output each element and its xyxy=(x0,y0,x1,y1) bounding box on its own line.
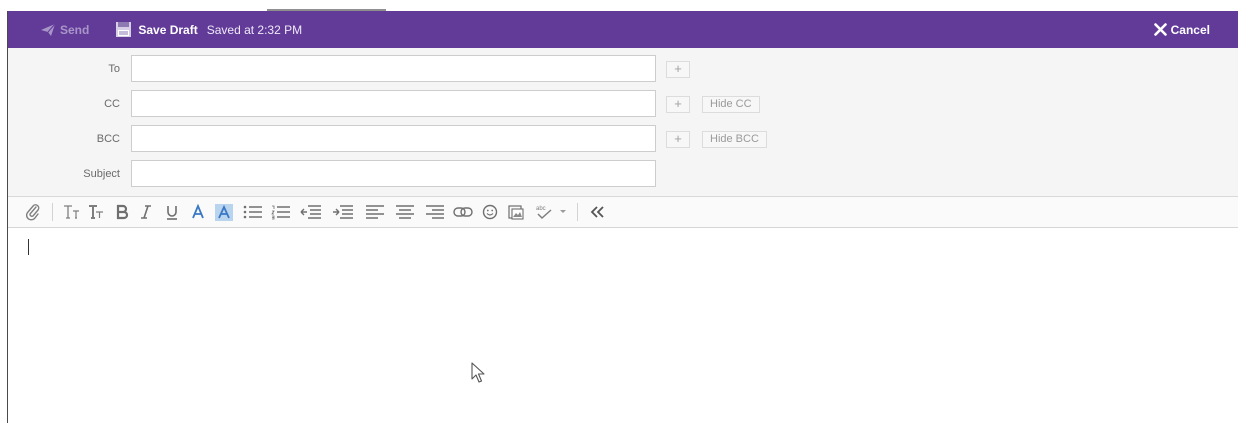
send-icon xyxy=(41,23,56,36)
text-color-button[interactable] xyxy=(187,202,209,222)
insert-link-button[interactable] xyxy=(451,202,475,222)
highlight-color-button[interactable] xyxy=(213,202,235,222)
align-right-button[interactable] xyxy=(423,202,447,222)
collapse-toolbar-icon xyxy=(590,206,604,218)
indent-icon xyxy=(333,205,353,219)
outdent-icon xyxy=(300,205,321,219)
send-button[interactable]: Send xyxy=(40,23,89,37)
emoji-button[interactable] xyxy=(479,202,501,222)
bold-icon xyxy=(116,204,129,220)
bulleted-list-icon xyxy=(243,205,262,219)
collapse-toolbar-button[interactable] xyxy=(588,202,606,222)
to-field[interactable] xyxy=(131,55,656,82)
send-label: Send xyxy=(60,22,90,37)
save-draft-label: Save Draft xyxy=(138,22,198,37)
spellcheck-dropdown[interactable] xyxy=(557,202,569,222)
numbered-list-icon xyxy=(271,205,290,220)
hide-bcc-button[interactable]: Hide BCC xyxy=(702,131,767,148)
to-label: To xyxy=(108,63,120,75)
compose-toolbar: Send Save Draft Saved at 2:32 PM Cancel xyxy=(8,11,1238,48)
font-size-button[interactable] xyxy=(61,202,83,222)
underline-button[interactable] xyxy=(161,202,183,222)
dropdown-caret-icon xyxy=(560,210,566,213)
align-center-icon xyxy=(396,205,414,219)
text-cursor xyxy=(28,239,29,255)
bcc-row: BCC + Hide BCC xyxy=(8,125,1238,154)
highlight-color-icon xyxy=(215,203,233,221)
bcc-field[interactable] xyxy=(131,125,656,152)
close-icon xyxy=(1153,23,1167,36)
indent-button[interactable] xyxy=(331,202,355,222)
text-color-icon xyxy=(192,204,204,219)
align-right-icon xyxy=(426,205,444,219)
spellcheck-icon: abc xyxy=(536,206,552,220)
cc-label: CC xyxy=(104,98,120,110)
numbered-list-button[interactable] xyxy=(269,202,293,222)
align-left-icon xyxy=(366,205,384,219)
subject-label: Subject xyxy=(83,168,120,180)
saved-status-text: Saved at 2:32 PM xyxy=(206,22,303,37)
save-draft-icon xyxy=(116,22,132,37)
add-cc-recipient-button[interactable]: + xyxy=(666,96,690,113)
subject-row: Subject xyxy=(8,160,1238,189)
toolbar-separator xyxy=(577,203,578,221)
subject-field[interactable] xyxy=(131,160,656,187)
save-draft-button[interactable]: Save Draft xyxy=(115,21,198,38)
font-family-icon xyxy=(89,205,103,219)
to-row: To + xyxy=(8,55,1238,84)
italic-icon xyxy=(141,205,151,219)
cc-field[interactable] xyxy=(131,90,656,117)
cancel-label: Cancel xyxy=(1170,22,1210,37)
compose-window: Send Save Draft Saved at 2:32 PM Cancel … xyxy=(7,11,1238,423)
spellcheck-button[interactable]: abc xyxy=(533,202,555,222)
bcc-label: BCC xyxy=(96,133,120,145)
cancel-button[interactable]: Cancel xyxy=(1153,22,1210,37)
insert-image-icon xyxy=(508,205,524,220)
underline-icon xyxy=(167,206,177,220)
header-fields: To + CC + Hide CC BCC + Hide BCC Subject xyxy=(8,48,1238,197)
add-to-recipient-button[interactable]: + xyxy=(666,61,690,78)
attach-button[interactable] xyxy=(22,202,44,222)
bulleted-list-button[interactable] xyxy=(241,202,265,222)
font-family-button[interactable] xyxy=(85,202,107,222)
add-bcc-recipient-button[interactable]: + xyxy=(666,131,690,148)
cc-row: CC + Hide CC xyxy=(8,90,1238,119)
font-size-icon xyxy=(64,205,79,219)
hide-cc-button[interactable]: Hide CC xyxy=(702,96,760,113)
align-center-button[interactable] xyxy=(393,202,417,222)
emoji-icon xyxy=(482,204,498,220)
align-left-button[interactable] xyxy=(363,202,387,222)
link-icon xyxy=(453,207,473,217)
outdent-button[interactable] xyxy=(299,202,323,222)
toolbar-separator xyxy=(52,203,53,221)
message-body-editor[interactable] xyxy=(8,228,1238,423)
italic-button[interactable] xyxy=(135,202,157,222)
mouse-pointer-icon xyxy=(471,362,485,383)
attach-icon xyxy=(25,204,40,221)
insert-image-button[interactable] xyxy=(505,202,527,222)
bold-button[interactable] xyxy=(111,202,133,222)
svg-text:abc: abc xyxy=(536,206,546,212)
format-toolbar: abc xyxy=(8,197,1238,228)
